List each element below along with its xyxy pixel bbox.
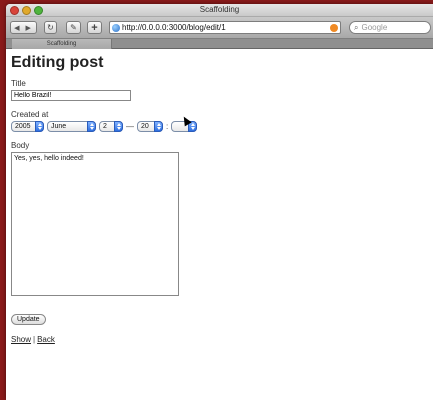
title-input[interactable] (11, 90, 131, 101)
browser-window: Scaffolding ◀ ▶ ↻ ✎ + http://0.0.0.0:300… (6, 4, 433, 400)
title-bar: Scaffolding (6, 4, 433, 17)
day-value: 2 (103, 123, 107, 130)
day-select[interactable]: 2 (99, 121, 123, 132)
show-link[interactable]: Show (11, 335, 31, 344)
search-icon: ⌕ (354, 22, 359, 32)
select-arrow-icon (35, 121, 44, 132)
year-value: 2005 (15, 123, 31, 130)
year-select[interactable]: 2005 (11, 121, 44, 132)
link-separator: | (33, 335, 36, 344)
update-button[interactable]: Update (11, 314, 46, 325)
back-forward-button[interactable]: ◀ ▶ (10, 21, 37, 34)
title-field-group: Title (11, 79, 428, 101)
address-bar[interactable]: http://0.0.0.0:3000/blog/edit/1 (109, 21, 341, 34)
pencil-icon: ✎ (70, 23, 77, 32)
created-at-field-group: Created at 2005 June 2 — 20: (11, 110, 428, 132)
search-input[interactable]: ⌕ Google (349, 21, 431, 34)
tab-bar: Scaffolding (6, 39, 433, 49)
hour-select[interactable]: 20 (137, 121, 163, 132)
select-arrow-icon (114, 121, 123, 132)
reload-icon: ↻ (47, 23, 54, 32)
back-link[interactable]: Back (37, 335, 55, 344)
hour-value: 20 (141, 123, 149, 130)
date-time-separator: — (126, 122, 134, 131)
body-textarea[interactable]: Yes, yes, hello indeed! (11, 152, 179, 296)
page-title: Editing post (11, 54, 104, 71)
datetime-selects: 2005 June 2 — 20 : (11, 121, 428, 132)
select-arrow-icon (154, 121, 163, 132)
time-colon: : (166, 122, 169, 131)
globe-icon (112, 23, 120, 32)
plus-icon: + (91, 21, 98, 34)
created-at-label: Created at (11, 110, 49, 119)
rss-icon[interactable] (330, 24, 338, 32)
body-label: Body (11, 141, 30, 150)
window-title: Scaffolding (199, 5, 240, 14)
month-value: June (51, 123, 67, 130)
add-bookmark-button[interactable]: + (87, 21, 102, 34)
bookmark-button[interactable]: ✎ (66, 21, 81, 34)
back-forward-icon: ◀ ▶ (14, 24, 33, 32)
body-field-group: Body Yes, yes, hello indeed! (11, 141, 428, 296)
url-text: http://0.0.0.0:3000/blog/edit/1 (122, 23, 226, 32)
nav-links: Show | Back (11, 335, 428, 344)
reload-button[interactable]: ↻ (44, 21, 57, 34)
search-placeholder: Google (361, 23, 388, 32)
select-arrow-icon (87, 121, 96, 132)
page-content: Editing post Title Created at 2005 June … (6, 49, 433, 349)
month-select[interactable]: June (47, 121, 96, 132)
browser-toolbar: ◀ ▶ ↻ ✎ + http://0.0.0.0:3000/blog/edit/… (6, 17, 433, 39)
title-label: Title (11, 79, 26, 88)
tab-scaffolding[interactable]: Scaffolding (12, 39, 112, 49)
